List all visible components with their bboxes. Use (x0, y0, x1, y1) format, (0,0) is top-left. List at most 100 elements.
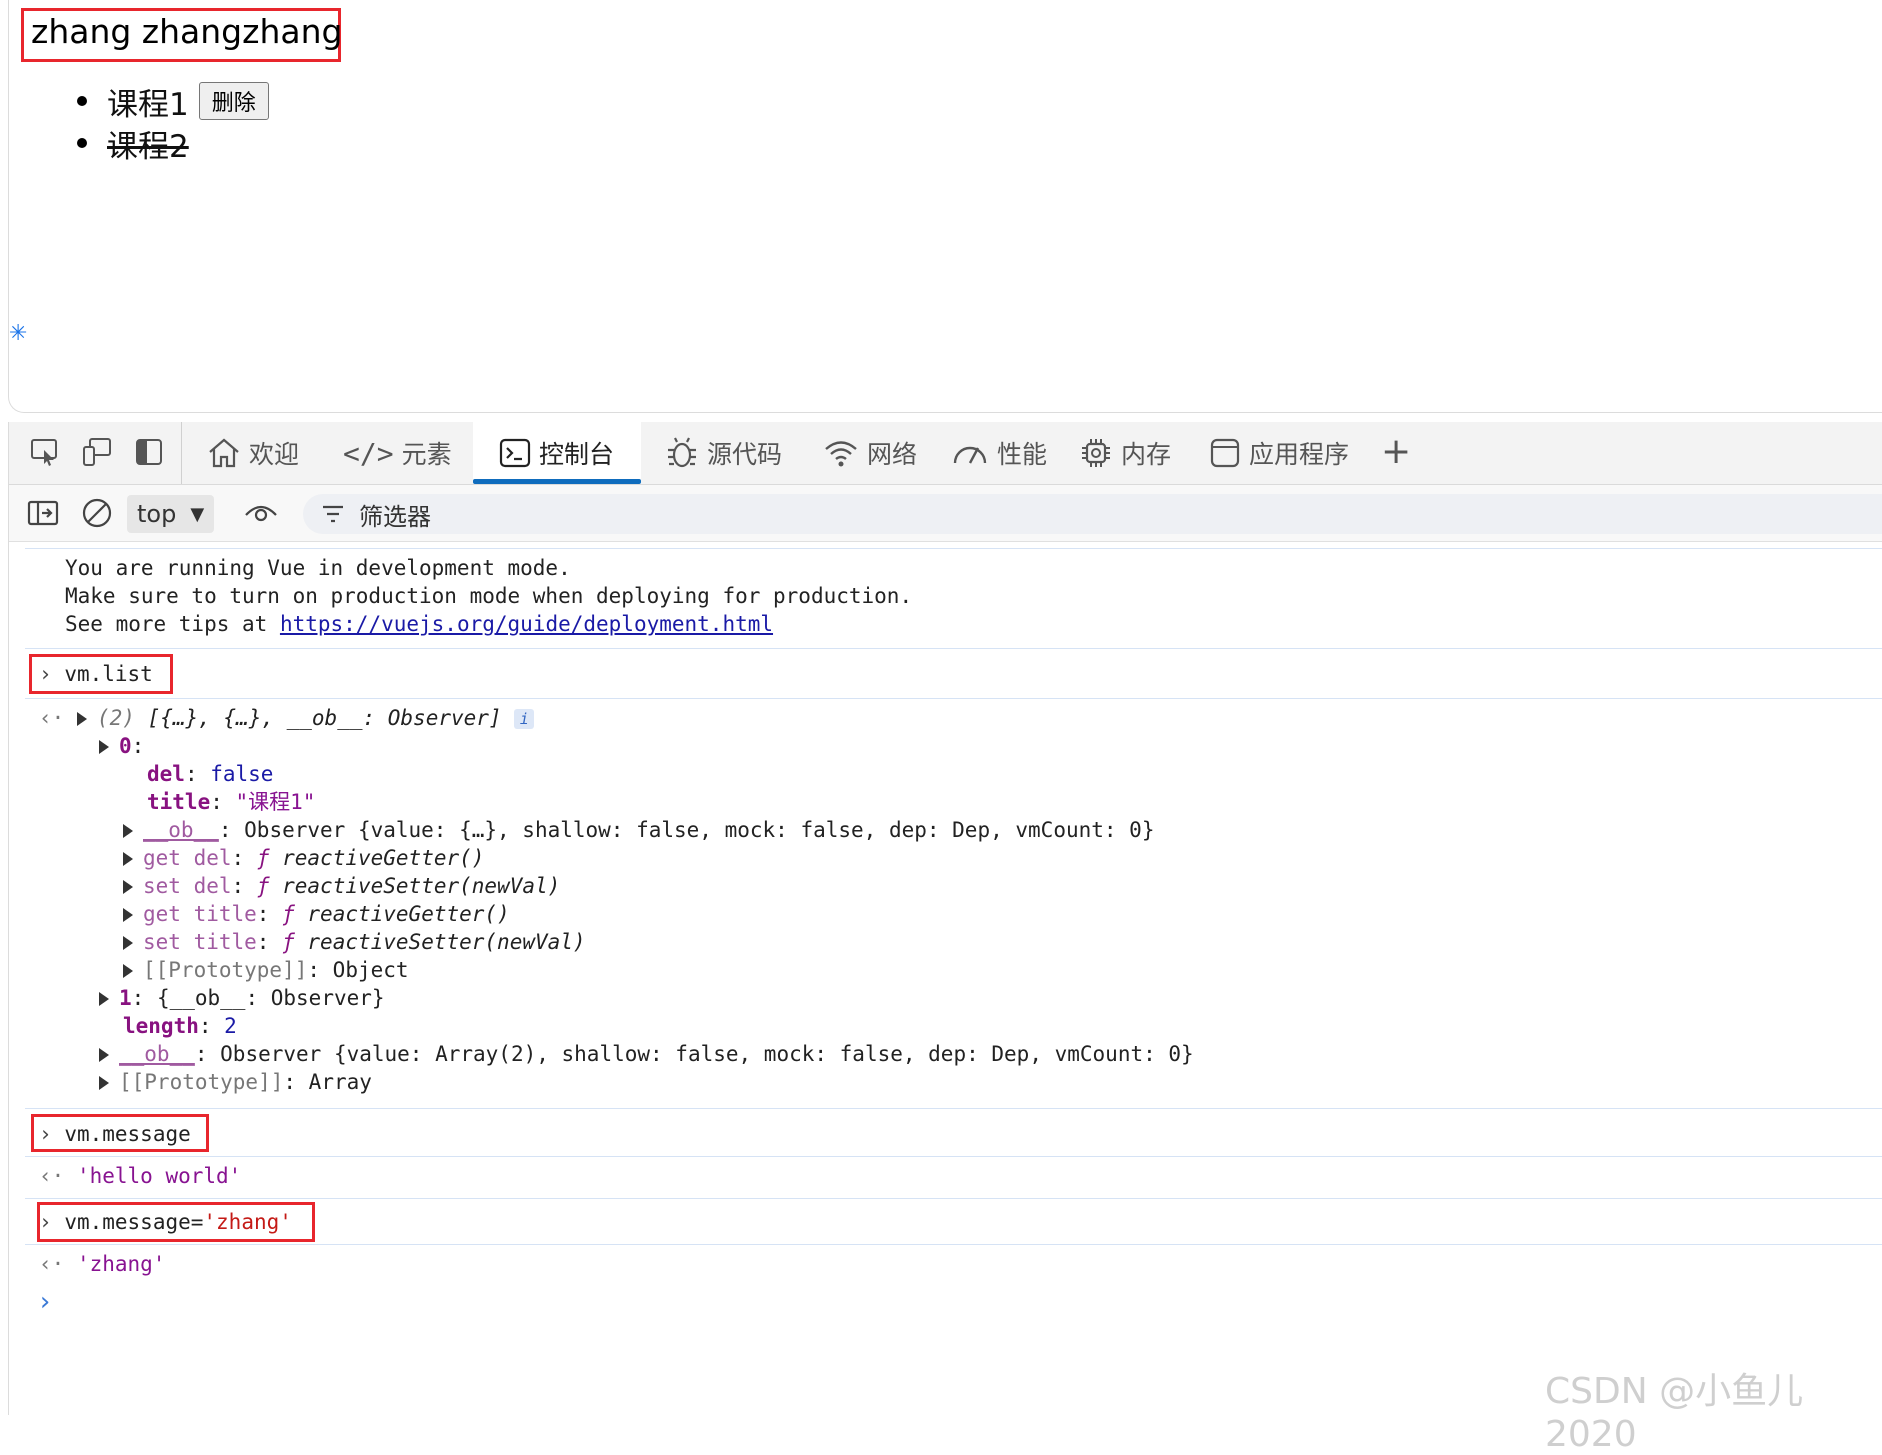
context-label: top (137, 500, 177, 528)
command-string: 'zhang' (203, 1210, 292, 1234)
tree-row[interactable]: __ob__: Observer {value: {…}, shallow: f… (123, 816, 1154, 844)
command-text: vm.message= (64, 1210, 204, 1234)
property-key: 0 (119, 734, 132, 758)
console-result: ‹· 'zhang' (39, 1250, 165, 1278)
tab-performance[interactable]: 性能 (951, 422, 1051, 484)
console-prompt-input[interactable]: › (37, 1288, 53, 1316)
course-list: 课程1 删除 课程2 (69, 80, 269, 165)
expand-triangle-icon[interactable] (99, 1076, 109, 1090)
property-value: reactiveSetter(newVal) (282, 874, 561, 898)
chip-icon (1079, 436, 1113, 470)
tree-row[interactable]: [[Prototype]]: Array (99, 1068, 372, 1096)
console-result[interactable]: ‹· (2) [{…}, {…}, __ob__: Observer] i (39, 704, 535, 732)
wifi-icon (823, 438, 859, 468)
property-value: {__ob__: Observer} (156, 986, 385, 1010)
result-value: 'hello world' (76, 1164, 242, 1188)
prompt-chevron-icon: › (39, 1122, 52, 1146)
loading-spinner-icon: ✳ (9, 321, 28, 346)
tab-label: 欢迎 (249, 440, 300, 469)
expand-triangle-icon[interactable] (123, 852, 133, 866)
expand-triangle-icon[interactable] (123, 880, 133, 894)
info-icon[interactable]: i (514, 709, 535, 729)
tree-row[interactable]: 0: (99, 732, 144, 760)
property-value: Array (308, 1070, 372, 1094)
add-tab-icon[interactable]: + (1381, 434, 1411, 470)
property-value: 2 (224, 1014, 237, 1038)
sidebar-toggle-icon[interactable] (25, 495, 61, 531)
expand-triangle-icon[interactable] (99, 740, 109, 754)
tab-label: 源代码 (707, 440, 783, 469)
tree-row[interactable]: get del: ƒ reactiveGetter() (123, 844, 484, 872)
tab-console[interactable]: 控制台 (473, 422, 641, 484)
expand-triangle-icon[interactable] (123, 824, 133, 838)
expand-triangle-icon[interactable] (76, 712, 87, 726)
expand-triangle-icon[interactable] (99, 992, 109, 1006)
tree-row[interactable]: set title: ƒ reactiveSetter(newVal) (123, 928, 586, 956)
expand-triangle-icon[interactable] (123, 908, 133, 922)
filter-input[interactable]: 筛选器 (303, 494, 1882, 534)
bullet (77, 96, 87, 106)
devtools-tabbar: 欢迎 </> 元素 控制台 源代码 网络 性能 内存 应用程序 + (9, 422, 1882, 485)
vue-docs-link[interactable]: https://vuejs.org/guide/deployment.html (280, 612, 773, 636)
property-key: get del (143, 846, 232, 870)
property-key: get title (143, 902, 257, 926)
tab-label: 内存 (1121, 440, 1172, 469)
delete-button[interactable]: 删除 (198, 82, 269, 120)
result-value: 'zhang' (76, 1252, 166, 1276)
divider (25, 1108, 1882, 1109)
devtools-panel: 欢迎 </> 元素 控制台 源代码 网络 性能 内存 应用程序 + top ▼ … (8, 422, 1882, 1415)
tree-row[interactable]: [[Prototype]]: Object (123, 956, 409, 984)
bug-icon (665, 436, 699, 470)
tab-memory[interactable]: 内存 (1079, 422, 1183, 484)
tab-elements[interactable]: </> 元素 (343, 422, 455, 484)
tab-label: 控制台 (539, 440, 615, 469)
property-value: "课程1" (235, 790, 316, 814)
expand-triangle-icon[interactable] (123, 964, 133, 978)
divider (25, 648, 1882, 649)
code-icon: </> (343, 436, 394, 470)
dock-side-icon[interactable] (131, 434, 167, 470)
tree-row[interactable]: 1: {__ob__: Observer} (99, 984, 385, 1012)
result-arrow-icon: ‹· (39, 1164, 65, 1188)
tab-application[interactable]: 应用程序 (1209, 422, 1359, 484)
console-message: You are running Vue in development mode. (65, 556, 571, 580)
toolbar-divider (181, 422, 182, 484)
live-expression-eye-icon[interactable] (243, 495, 279, 531)
console-input: › vm.message (39, 1120, 191, 1148)
tree-row[interactable]: __ob__: Observer {value: Array(2), shall… (99, 1040, 1194, 1068)
console-output: You are running Vue in development mode.… (9, 542, 1882, 1415)
property-key: set title (143, 930, 257, 954)
console-result: ‹· 'hello world' (39, 1162, 241, 1190)
tree-row: title: "课程1" (147, 790, 316, 814)
property-key: length (123, 1014, 199, 1038)
tab-sources[interactable]: 源代码 (665, 422, 795, 484)
console-message: See more tips at https://vuejs.org/guide… (65, 610, 773, 638)
expand-triangle-icon[interactable] (123, 936, 133, 950)
property-key: 1 (119, 986, 132, 1010)
device-toolbar-icon[interactable] (79, 434, 115, 470)
divider (25, 1244, 1882, 1245)
rendered-page: zhang zhangzhang 课程1 删除 课程2 ✳ (8, 0, 1882, 413)
clear-console-icon[interactable] (79, 495, 115, 531)
tab-label: 网络 (867, 440, 918, 469)
property-key: __ob__ (119, 1042, 195, 1066)
property-value: Object (332, 958, 409, 982)
property-key: title (147, 790, 211, 814)
expand-triangle-icon[interactable] (99, 1048, 109, 1062)
prompt-chevron-icon: › (39, 1210, 52, 1234)
watermark: CSDN @小鱼儿2020 (1545, 1371, 1804, 1455)
tab-network[interactable]: 网络 (823, 422, 923, 484)
filter-icon (321, 504, 345, 524)
tab-label: 应用程序 (1249, 440, 1350, 469)
tab-welcome[interactable]: 欢迎 (207, 422, 317, 484)
divider (25, 1198, 1882, 1199)
result-arrow-icon: ‹· (39, 1252, 65, 1276)
inspect-icon[interactable] (27, 434, 63, 470)
tree-row[interactable]: get title: ƒ reactiveGetter() (123, 900, 510, 928)
property-value: reactiveSetter(newVal) (307, 930, 586, 954)
property-value: Observer {value: Array(2), shallow: fals… (220, 1042, 1194, 1066)
property-value: false (210, 762, 274, 786)
divider (25, 548, 1882, 549)
context-selector[interactable]: top ▼ (127, 495, 215, 533)
tree-row[interactable]: set del: ƒ reactiveSetter(newVal) (123, 872, 560, 900)
